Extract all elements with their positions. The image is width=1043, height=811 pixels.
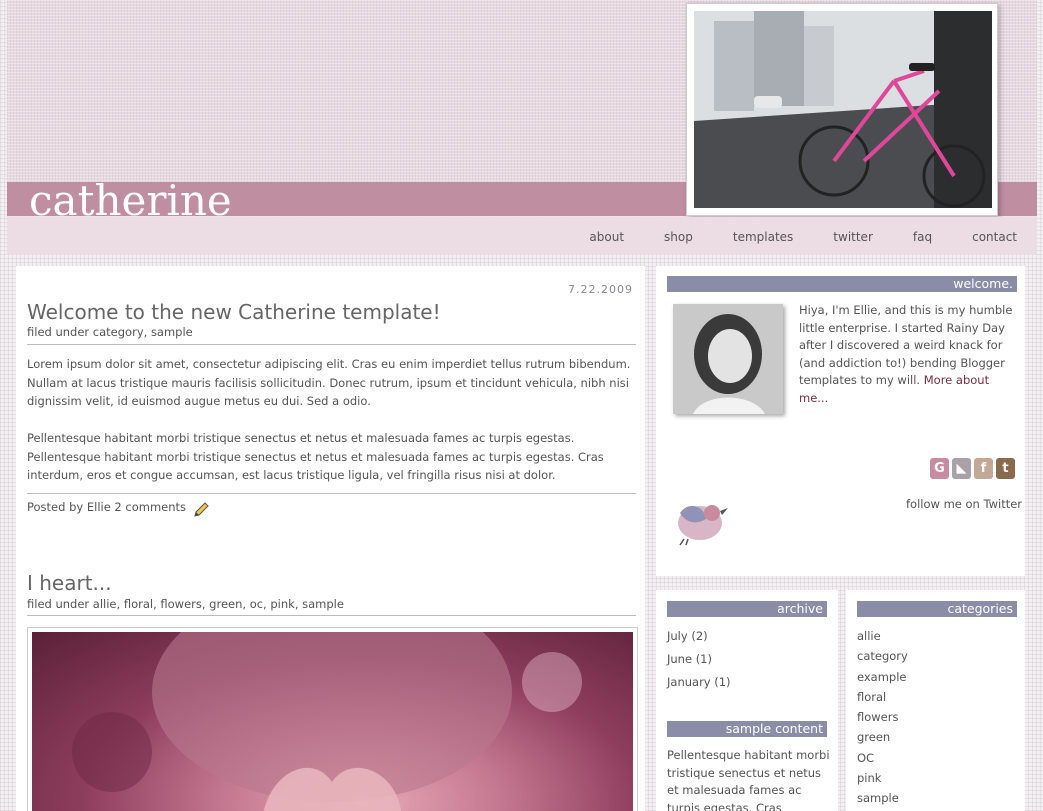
header-photo bbox=[686, 3, 998, 216]
category-item[interactable]: example bbox=[857, 670, 907, 684]
nav-shop[interactable]: shop bbox=[664, 230, 693, 244]
category-item[interactable]: floral bbox=[857, 690, 886, 704]
avatar bbox=[673, 304, 783, 414]
twitter-icon[interactable]: t bbox=[996, 458, 1015, 479]
nav-twitter[interactable]: twitter bbox=[833, 230, 873, 244]
category-item[interactable]: green bbox=[857, 730, 890, 744]
nav-templates[interactable]: templates bbox=[733, 230, 793, 244]
nav-about[interactable]: about bbox=[589, 230, 624, 244]
heart-hands-illustration bbox=[72, 632, 582, 811]
archive-heading: archive bbox=[667, 601, 827, 617]
edit-pencil-icon[interactable] bbox=[192, 501, 210, 519]
divider bbox=[27, 615, 636, 616]
post-paragraph: Pellentesque habitant morbi tristique se… bbox=[27, 431, 604, 482]
post-date: 7.22.2009 bbox=[568, 283, 633, 296]
header: catherine bbox=[7, 0, 1037, 218]
category-item[interactable]: sample bbox=[857, 791, 899, 805]
category-item[interactable]: category bbox=[857, 649, 908, 663]
post-title[interactable]: Welcome to the new Catherine template! bbox=[27, 300, 441, 324]
categories-list: allie category example floral flowers gr… bbox=[857, 626, 1017, 809]
categories-heading: categories bbox=[857, 601, 1017, 617]
main-nav: about shop templates twitter faq contact bbox=[549, 230, 1017, 244]
archive-item[interactable]: January (1) bbox=[667, 675, 731, 689]
post-footer[interactable]: Posted by Ellie 2 comments bbox=[27, 500, 186, 514]
archive-item[interactable]: July (2) bbox=[667, 629, 708, 643]
site-title[interactable]: catherine bbox=[29, 176, 232, 218]
divider bbox=[27, 344, 636, 345]
category-item[interactable]: allie bbox=[857, 629, 881, 643]
nav-contact[interactable]: contact bbox=[972, 230, 1017, 244]
main-column: 7.22.2009 Welcome to the new Catherine t… bbox=[16, 266, 645, 811]
twitter-bird-icon[interactable] bbox=[666, 495, 732, 547]
category-item[interactable]: OC bbox=[857, 751, 874, 765]
post-labels: filed under allie, floral, flowers, gree… bbox=[27, 597, 344, 611]
profile-photo bbox=[673, 304, 783, 414]
divider bbox=[27, 493, 636, 494]
facebook-icon[interactable]: f bbox=[974, 458, 993, 479]
nav-bar: about shop templates twitter faq contact bbox=[7, 217, 1037, 255]
sample-content-text: Pellentesque habitant morbi tristique se… bbox=[667, 748, 830, 811]
welcome-text: Hiya, I'm Ellie, and this is my humble l… bbox=[799, 302, 1021, 407]
post-paragraph: Lorem ipsum dolor sit amet, consectetur … bbox=[27, 357, 631, 408]
archive-item[interactable]: June (1) bbox=[667, 652, 712, 666]
sample-content-heading: sample content bbox=[667, 721, 827, 737]
street-bicycle-illustration bbox=[694, 11, 992, 208]
post-title[interactable]: I heart... bbox=[27, 571, 112, 595]
google-icon[interactable]: G bbox=[930, 458, 949, 479]
follow-twitter-link[interactable]: follow me on Twitter bbox=[906, 496, 1022, 514]
welcome-heading: welcome. bbox=[667, 276, 1017, 292]
heart-hands-image bbox=[32, 632, 633, 811]
header-photo-image bbox=[694, 11, 992, 208]
category-item[interactable]: pink bbox=[857, 771, 881, 785]
rss-icon[interactable]: ◣ bbox=[952, 458, 971, 479]
post-labels: filed under category, sample bbox=[27, 325, 193, 339]
heart-photo bbox=[27, 627, 638, 811]
category-item[interactable]: flowers bbox=[857, 710, 898, 724]
archive-list: July (2) June (1) January (1) bbox=[667, 627, 827, 696]
nav-faq[interactable]: faq bbox=[913, 230, 932, 244]
